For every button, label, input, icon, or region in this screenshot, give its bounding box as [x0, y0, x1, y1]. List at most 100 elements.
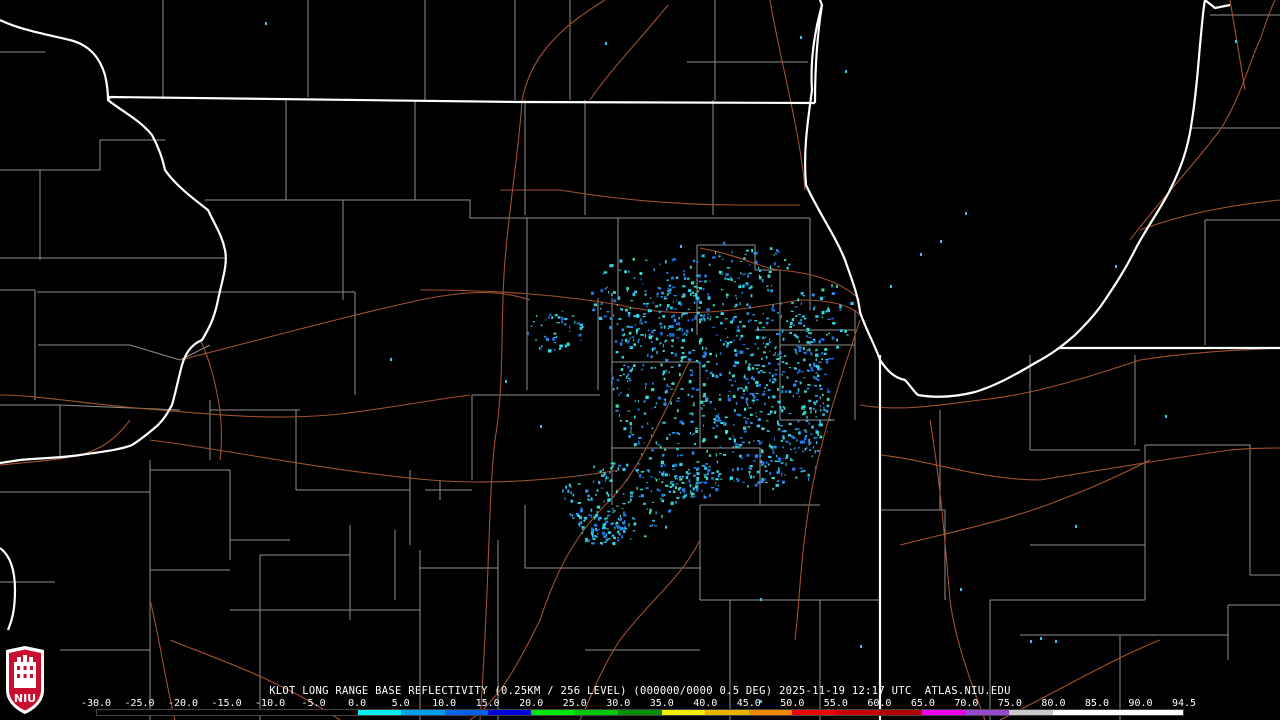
- echo-pixel: [575, 513, 580, 516]
- echo-pixel: [830, 317, 834, 320]
- echo-pixel: [568, 483, 571, 487]
- echo-pixel: [788, 413, 792, 415]
- echo-pixel: [812, 338, 816, 341]
- echo-pixel: [728, 371, 731, 375]
- echo-pixel: [700, 481, 704, 483]
- echo-pixel: [612, 510, 616, 512]
- echo-pixel: [780, 472, 783, 477]
- echo-pixel: [638, 495, 641, 498]
- echo-pixel: [719, 373, 722, 376]
- echo-pixel: [739, 437, 743, 439]
- echo-pixel: [806, 349, 809, 352]
- echo-pixel: [761, 365, 766, 368]
- echo-pixel: [667, 304, 670, 308]
- echo-pixel: [607, 538, 611, 540]
- echo-pixel: [627, 373, 630, 377]
- echo-pixel: [748, 320, 750, 323]
- echo-pixel: [627, 501, 631, 503]
- echo-pixel: [768, 341, 772, 343]
- echo-pixel: [548, 315, 550, 320]
- echo-pixel: [768, 444, 771, 448]
- echo-pixel: [715, 362, 718, 365]
- echo-pixel: [637, 408, 640, 411]
- echo-pixel: [621, 535, 624, 539]
- echo-pixel: [723, 454, 727, 456]
- echo-pixel: [748, 305, 751, 309]
- echo-pixel: [757, 347, 759, 350]
- echo-pixel: [743, 257, 746, 260]
- echo-pixel: [712, 256, 716, 259]
- colorbar-segment: [314, 710, 358, 715]
- echo-pixel: [761, 357, 763, 360]
- echo-pixel: [688, 479, 691, 483]
- echo-pixel: [680, 388, 684, 390]
- echo-pixel: [695, 294, 698, 297]
- echo-pixel: [664, 296, 667, 298]
- echo-pixel: [798, 346, 802, 349]
- echo-pixel: [615, 524, 618, 528]
- echo-pixel: [754, 364, 758, 366]
- echo-pixel: [803, 358, 806, 362]
- echo-pixel: [715, 354, 717, 358]
- echo-pixel: [737, 387, 740, 391]
- scale-label: 20.0: [519, 698, 544, 709]
- echo-pixel: [663, 377, 666, 381]
- echo-pixel: [720, 273, 723, 275]
- echo-pixel: [735, 445, 738, 449]
- echo-pixel: [623, 511, 625, 515]
- echo-pixel: [693, 401, 695, 404]
- echo-pixel: [555, 332, 557, 335]
- echo-pixel: [762, 336, 765, 340]
- echo-pixel: [826, 404, 830, 407]
- echo-pixel: [618, 393, 620, 396]
- echo-pixel: [611, 511, 615, 513]
- echo-pixel: [684, 312, 688, 315]
- echo-pixel: [702, 354, 706, 358]
- echo-pixel: [772, 378, 776, 380]
- echo-pixel: [734, 442, 738, 445]
- echo-pixel: [664, 448, 667, 451]
- echo-pixel: [743, 417, 746, 419]
- echo-pixel: [752, 314, 755, 316]
- echo-pixel: [797, 298, 800, 302]
- echo-pixel: [781, 385, 784, 389]
- echo-pixel: [614, 340, 618, 343]
- echo-pixel: [740, 261, 743, 263]
- colorbar-segment: [357, 710, 402, 715]
- echo-pixel: [590, 514, 592, 518]
- echo-pixel: [553, 332, 556, 335]
- echo-pixel: [709, 317, 711, 321]
- echo-pixel: [693, 295, 696, 297]
- echo-pixel: [505, 380, 507, 383]
- echo-pixel: [616, 505, 619, 507]
- echo-pixel: [718, 270, 722, 274]
- echo-pixel: [670, 325, 674, 329]
- echo-pixel: [752, 402, 754, 404]
- echo-pixel: [690, 496, 693, 498]
- echo-pixel: [768, 455, 772, 459]
- scale-label: 5.0: [391, 698, 410, 709]
- colorbar-segment: [270, 710, 315, 715]
- scale-label: -15.0: [211, 698, 242, 709]
- echo-pixel: [747, 367, 751, 371]
- echo-pixel: [816, 449, 820, 452]
- echo-pixel: [687, 473, 690, 476]
- echo-pixel: [668, 490, 671, 493]
- echo-pixel: [612, 508, 614, 510]
- echo-pixel: [779, 351, 782, 355]
- echo-pixel: [548, 349, 552, 353]
- echo-pixel: [776, 455, 778, 458]
- echo-pixel: [607, 531, 612, 534]
- echo-pixel: [828, 332, 830, 335]
- echo-pixel: [781, 374, 783, 376]
- echo-pixel: [693, 474, 696, 477]
- echo-pixel: [580, 507, 583, 509]
- echo-pixel: [688, 468, 690, 471]
- echo-pixel: [659, 303, 662, 307]
- echo-pixel: [788, 263, 791, 266]
- echo-pixel: [752, 476, 755, 478]
- scale-label: 0.0: [348, 698, 367, 709]
- echo-pixel: [763, 479, 766, 482]
- echo-pixel: [660, 342, 662, 344]
- echo-pixel: [695, 429, 699, 433]
